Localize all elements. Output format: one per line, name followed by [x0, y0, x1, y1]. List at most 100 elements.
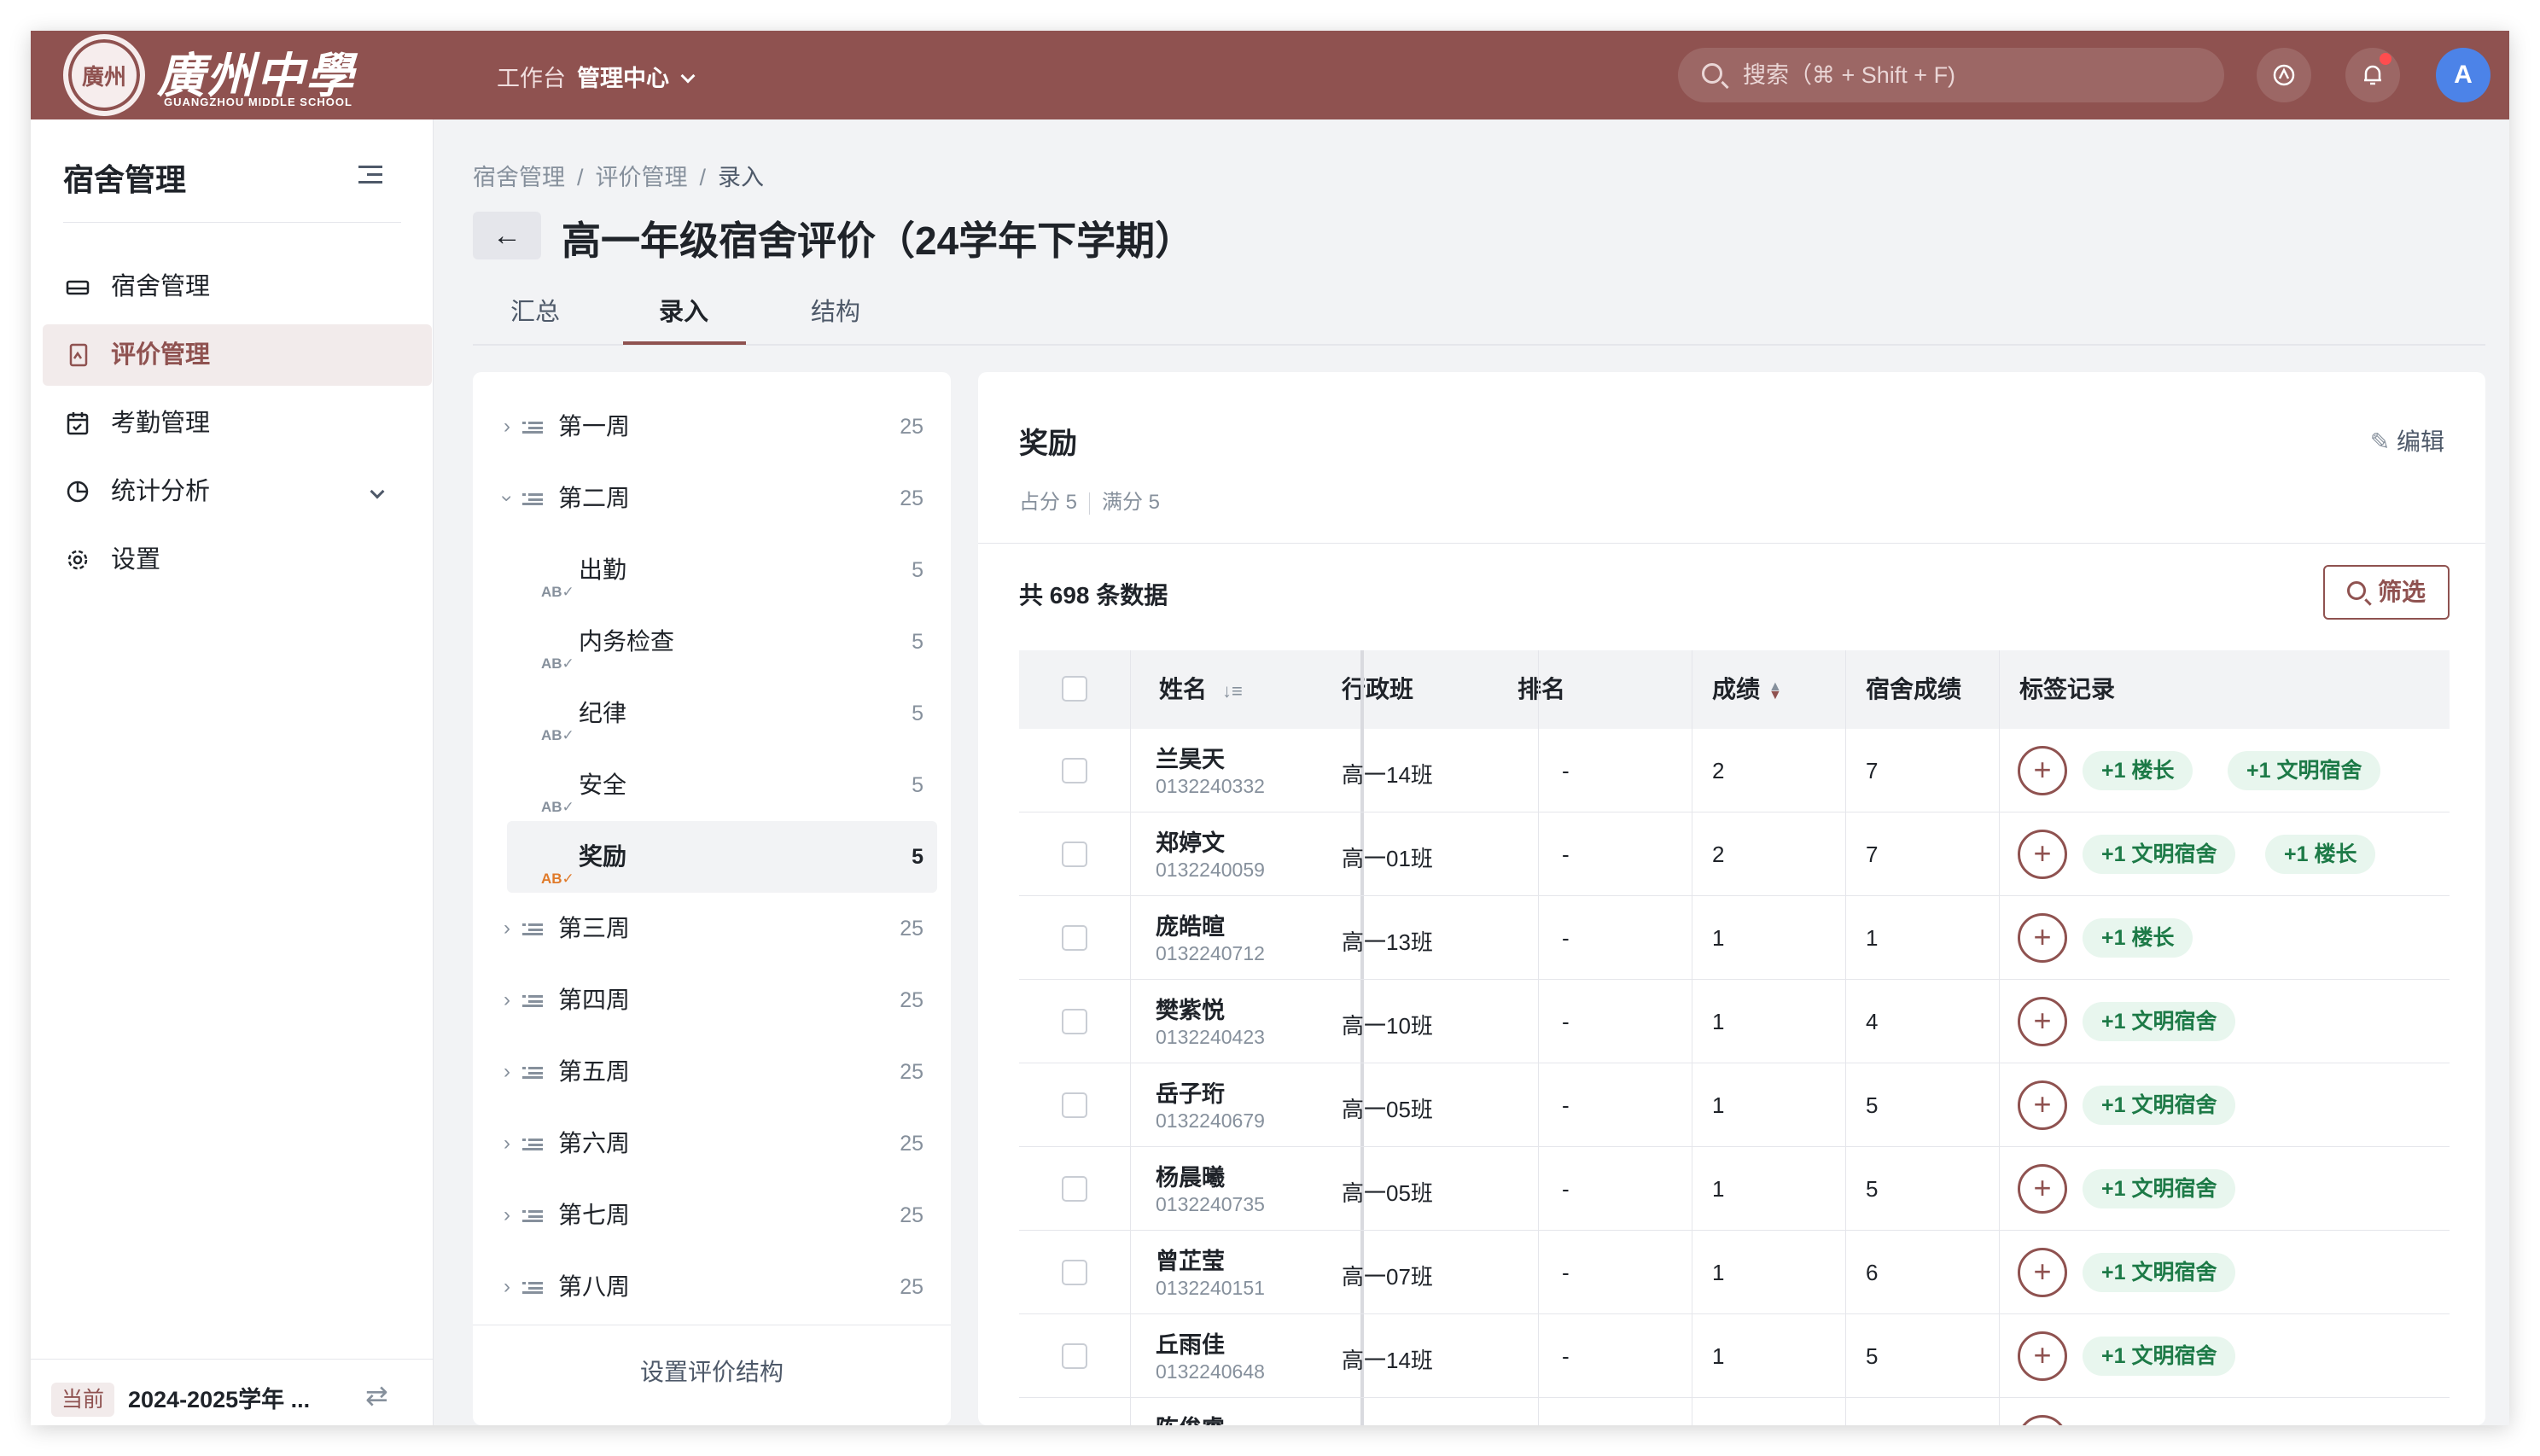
- add-tag-button[interactable]: +: [2018, 746, 2067, 795]
- tree-node-week[interactable]: › 第一周 25: [473, 391, 951, 463]
- nav-admin-center[interactable]: 管理中心: [577, 60, 696, 93]
- tree-node-week[interactable]: › 第六周 25: [473, 1108, 951, 1179]
- list-icon: [522, 1210, 543, 1222]
- tag-chip[interactable]: +1 楼长: [2083, 918, 2193, 958]
- switch-term-icon[interactable]: ⇄: [365, 1379, 388, 1412]
- tree-node-week[interactable]: › 第二周 25: [473, 463, 951, 534]
- assistant-icon: [2273, 64, 2295, 86]
- row-checkbox[interactable]: [1062, 1009, 1087, 1034]
- tag-chip[interactable]: +1 文明宿舍: [2083, 1337, 2236, 1376]
- row-checkbox[interactable]: [1062, 1176, 1087, 1202]
- table-row[interactable]: 岳子珩 0132240679 高一05班 - 1 5 + +1 文明宿舍: [1019, 1063, 2450, 1147]
- sidebar-item-attendance[interactable]: 考勤管理: [43, 393, 434, 454]
- tag-chip[interactable]: +1 文明宿舍: [2083, 1086, 2236, 1125]
- assistant-button[interactable]: [2257, 48, 2311, 102]
- table-row[interactable]: 杨晨曦 0132240735 高一05班 - 1 5 + +1 文明宿舍: [1019, 1147, 2450, 1231]
- pencil-icon: ✎: [2369, 428, 2391, 455]
- nav-workbench[interactable]: 工作台: [497, 60, 566, 93]
- student-name: 曾芷莹: [1156, 1249, 1225, 1274]
- select-all-checkbox[interactable]: [1062, 676, 1087, 702]
- row-checkbox[interactable]: [1062, 758, 1087, 783]
- table-row[interactable]: 兰昊天 0132240332 高一14班 - 2 7 + +1 楼长 +1 文明宿舍: [1019, 729, 2450, 812]
- table-row[interactable]: 樊紫悦 0132240423 高一10班 - 1 4 + +1 文明宿舍: [1019, 980, 2450, 1063]
- table-row[interactable]: 庞皓暄 0132240712 高一13班 - 1 1 + +1 楼长: [1019, 896, 2450, 980]
- tag-chip[interactable]: +1 文明宿舍: [2083, 835, 2236, 874]
- tree-node-week[interactable]: › 第七周 25: [473, 1179, 951, 1251]
- class-cell: 高一07班: [1342, 1264, 1433, 1290]
- sidebar-item-settings[interactable]: 设置: [43, 529, 434, 591]
- school-name-en: GUANGZHOU MIDDLE SCHOOL: [164, 96, 352, 108]
- row-checkbox[interactable]: [1062, 1260, 1087, 1285]
- add-tag-button[interactable]: +: [2018, 830, 2067, 879]
- edit-button[interactable]: ✎ 编辑: [2370, 423, 2444, 457]
- column-header-class: 行政班: [1342, 676, 1414, 702]
- rank-cell: -: [1562, 758, 1570, 783]
- score-cell: 1: [1712, 1009, 1725, 1034]
- sidebar-title: 宿舍管理: [63, 162, 187, 197]
- search-icon: [1702, 63, 1722, 84]
- student-name: 岳子珩: [1156, 1081, 1225, 1107]
- sidebar-item-statistics[interactable]: 统计分析: [43, 461, 434, 522]
- row-checkbox[interactable]: [1062, 1343, 1087, 1369]
- table-row[interactable]: 丘雨佳 0132240648 高一14班 - 1 5 + +1 文明宿舍: [1019, 1314, 2450, 1398]
- tree-node-item[interactable]: AB✓ 内务检查 5: [473, 606, 951, 678]
- row-checkbox[interactable]: [1062, 1092, 1087, 1118]
- row-checkbox[interactable]: [1062, 925, 1087, 951]
- breadcrumb-item[interactable]: 宿舍管理: [473, 165, 565, 190]
- tag-chip[interactable]: +1 文明宿舍: [2228, 751, 2381, 790]
- tag-chip[interactable]: +1 文明宿舍: [2083, 1169, 2236, 1208]
- add-tag-button[interactable]: +: [2018, 1331, 2067, 1381]
- tree-node-week[interactable]: › 第三周 25: [473, 893, 951, 964]
- add-tag-button[interactable]: +: [2018, 1415, 2067, 1425]
- class-cell: 高一14班: [1342, 762, 1433, 788]
- school-emblem-logo: 廣州: [63, 34, 145, 116]
- add-tag-button[interactable]: +: [2018, 1248, 2067, 1297]
- tab-entry[interactable]: 录入: [659, 292, 708, 328]
- tree-node-week[interactable]: › 第五周 25: [473, 1036, 951, 1108]
- search-input[interactable]: 搜索（⌘ + Shift + F): [1678, 48, 2224, 102]
- sort-icon[interactable]: ↓≡: [1222, 652, 1243, 731]
- add-tag-button[interactable]: +: [2018, 1080, 2067, 1130]
- column-header-name[interactable]: 姓名 ↓≡: [1159, 650, 1243, 729]
- sort-toggle-icon[interactable]: ▲ ▼: [1768, 679, 1782, 702]
- tag-chip[interactable]: +1 楼长: [2083, 751, 2193, 790]
- tree-node-item-selected[interactable]: AB✓ 奖励 5: [507, 821, 937, 893]
- sidebar-item-evaluation[interactable]: 评价管理: [43, 324, 432, 386]
- tag-chip[interactable]: +1 文明宿舍: [2083, 1002, 2236, 1041]
- column-header-score[interactable]: 成绩 ▲ ▼: [1712, 650, 1782, 729]
- tree-node-week[interactable]: › 第八周 25: [473, 1251, 951, 1323]
- table-row[interactable]: 郑婷文 0132240059 高一01班 - 2 7 + +1 文明宿舍 +1 楼长: [1019, 812, 2450, 896]
- list-icon: [522, 1282, 543, 1294]
- user-avatar[interactable]: A: [2436, 48, 2490, 102]
- column-header-dorm-score: 宿舍成绩: [1866, 676, 1962, 702]
- sidebar-item-dorm[interactable]: 宿舍管理: [43, 256, 434, 317]
- breadcrumb-item[interactable]: 评价管理: [596, 165, 688, 190]
- table-row[interactable]: 曾芷莹 0132240151 高一07班 - 1 6 + +1 文明宿舍: [1019, 1231, 2450, 1314]
- list-icon: [522, 493, 543, 505]
- notification-button[interactable]: [2345, 48, 2400, 102]
- setup-structure-button[interactable]: 设置评价结构: [473, 1354, 951, 1388]
- sidebar-item-label: 统计分析: [111, 478, 211, 505]
- column-header-rank: 排名: [1518, 676, 1566, 702]
- add-tag-button[interactable]: +: [2018, 997, 2067, 1046]
- tab-summary[interactable]: 汇总: [510, 292, 560, 328]
- add-tag-button[interactable]: +: [2018, 1164, 2067, 1214]
- tree-node-item[interactable]: AB✓ 安全 5: [473, 749, 951, 821]
- back-button[interactable]: ←: [473, 212, 541, 259]
- rank-cell: -: [1562, 1176, 1570, 1202]
- rank-cell: -: [1562, 842, 1570, 867]
- tree-node-week[interactable]: › 第四周 25: [473, 964, 951, 1036]
- tree-node-item[interactable]: AB✓ 出勤 5: [473, 534, 951, 606]
- filter-button[interactable]: 筛选: [2323, 565, 2450, 620]
- row-checkbox[interactable]: [1062, 842, 1087, 867]
- tag-chip[interactable]: +1 楼长: [2265, 835, 2376, 874]
- collapse-sidebar-icon[interactable]: [358, 166, 382, 184]
- tree-node-item[interactable]: AB✓ 纪律 5: [473, 678, 951, 749]
- column-header-label: 姓名: [1159, 676, 1208, 702]
- table-row[interactable]: 陈俊睿 +: [1019, 1398, 2450, 1425]
- chevron-right-icon: ›: [504, 917, 510, 940]
- tab-structure[interactable]: 结构: [811, 292, 860, 328]
- weight-label: 占分 5: [1019, 491, 1078, 514]
- tag-chip[interactable]: +1 文明宿舍: [2083, 1253, 2236, 1292]
- add-tag-button[interactable]: +: [2018, 913, 2067, 963]
